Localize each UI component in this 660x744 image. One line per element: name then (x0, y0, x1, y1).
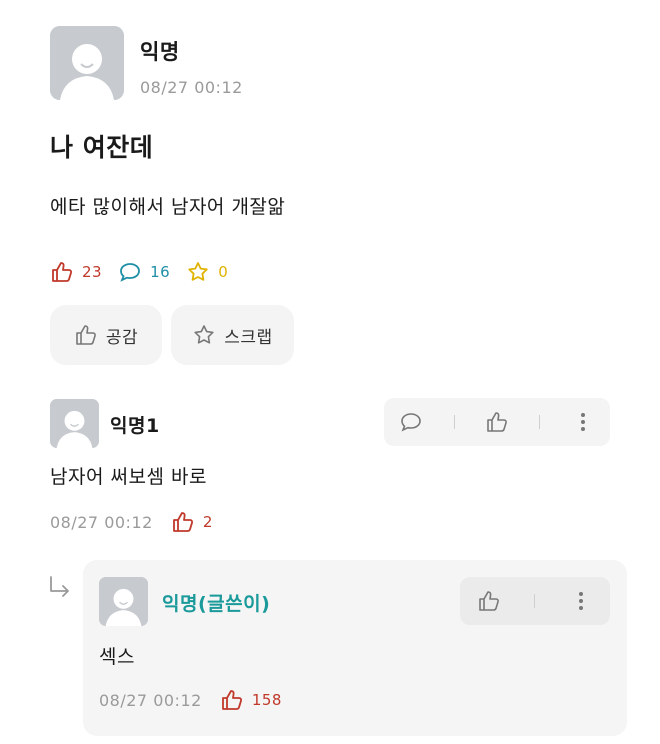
like-button[interactable]: 공감 (50, 305, 162, 365)
reply-author: 익명(글쓴이) (162, 593, 271, 615)
thumbs-up-icon (171, 510, 195, 534)
comment-avatar (50, 399, 99, 448)
thumbs-up-icon[interactable] (485, 410, 509, 434)
star-icon (192, 323, 216, 347)
post-comment-count: 16 (150, 263, 171, 281)
post-title: 나 여잔데 (50, 133, 154, 162)
divider (453, 415, 455, 429)
thumbs-up-icon (50, 260, 74, 284)
more-vertical-icon[interactable] (571, 410, 595, 434)
post-scrap-count: 0 (218, 263, 229, 281)
reply-text: 섹스 (99, 646, 135, 668)
reply-arrow-icon (46, 574, 74, 602)
comment-timestamp: 08/27 00:12 (50, 512, 153, 532)
scrap-button[interactable]: 스크랩 (171, 305, 294, 365)
default-profile-icon (50, 26, 124, 100)
default-profile-icon (99, 577, 148, 626)
reply-timestamp: 08/27 00:12 (99, 690, 202, 710)
divider (539, 415, 541, 429)
post-body: 에타 많이해서 남자어 개잘앎 (50, 196, 286, 218)
comment-like-count: 2 (202, 513, 213, 531)
reply-avatar (99, 577, 148, 626)
post-timestamp: 08/27 00:12 (140, 78, 243, 97)
scrap-button-label: 스크랩 (224, 327, 273, 348)
reply-like-count: 158 (251, 691, 282, 709)
reply-meta: 08/27 00:12 158 (99, 688, 282, 712)
thumbs-up-icon[interactable] (477, 589, 501, 613)
comment-action-bar (384, 398, 610, 446)
post-author: 익명 (140, 40, 180, 64)
thumbs-up-icon (74, 323, 98, 347)
reply-bubble-icon[interactable] (399, 410, 423, 434)
post-stats: 23 16 0 (50, 260, 228, 284)
like-button-label: 공감 (105, 327, 139, 348)
reply-action-bar (460, 577, 610, 625)
thumbs-up-icon (220, 688, 244, 712)
star-icon (186, 260, 210, 284)
comment-bubble-icon (118, 260, 142, 284)
comment-author: 익명1 (110, 415, 160, 437)
comment-text: 남자어 써보셈 바로 (50, 466, 207, 488)
more-vertical-icon[interactable] (569, 589, 593, 613)
post-avatar (50, 26, 124, 100)
divider (534, 594, 536, 608)
comment-meta: 08/27 00:12 2 (50, 510, 213, 534)
default-profile-icon (50, 399, 99, 448)
post-like-count: 23 (82, 263, 103, 281)
